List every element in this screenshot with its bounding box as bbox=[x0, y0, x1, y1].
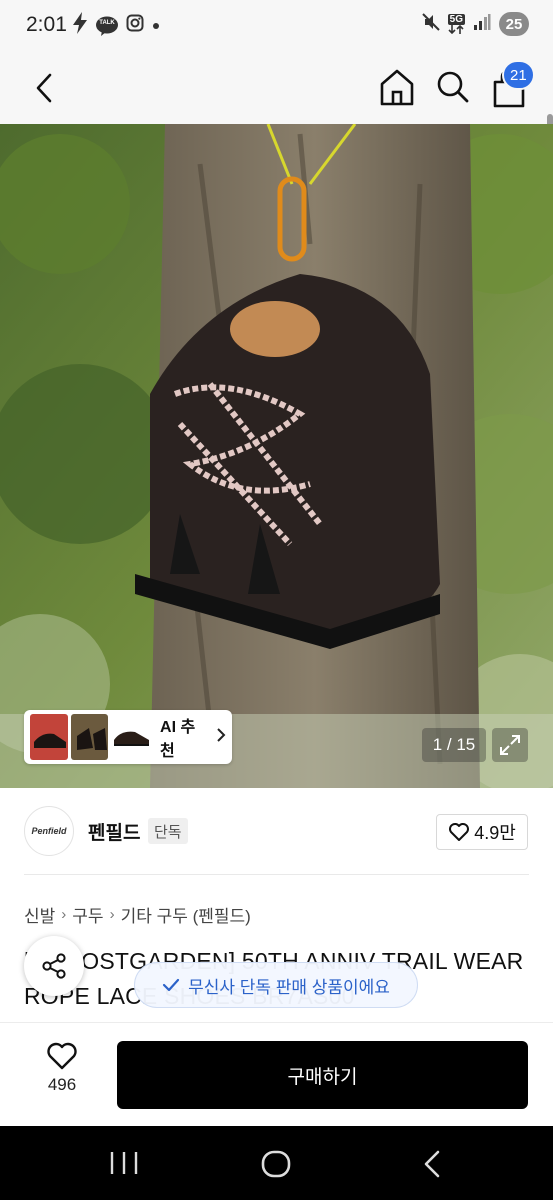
check-icon bbox=[162, 978, 180, 992]
home-icon bbox=[380, 69, 414, 106]
brand-like-count: 4.9만 bbox=[474, 823, 516, 843]
brand-logo[interactable]: Penfield bbox=[24, 806, 74, 856]
product-image-carousel[interactable] bbox=[0, 124, 553, 788]
expand-icon bbox=[500, 735, 520, 755]
ai-recommend-label: AI 추천 bbox=[160, 719, 196, 760]
back-button[interactable] bbox=[22, 66, 66, 110]
mute-icon bbox=[421, 12, 440, 36]
ai-thumb-3 bbox=[111, 714, 150, 760]
instagram-icon bbox=[126, 14, 144, 37]
ai-thumb-2 bbox=[70, 714, 109, 760]
status-icons-right: 5G 25 bbox=[421, 12, 529, 36]
buy-button[interactable]: 구매하기 bbox=[117, 1041, 528, 1109]
breadcrumb-item-1[interactable]: 신발 bbox=[24, 902, 55, 927]
breadcrumb-separator-icon: › bbox=[109, 906, 115, 923]
recent-apps-button[interactable] bbox=[104, 1148, 144, 1178]
brand-like-button[interactable]: 4.9만 bbox=[436, 814, 528, 850]
status-bar: 2:01 TALK 5G 25 bbox=[0, 0, 553, 52]
bolt-icon bbox=[72, 12, 88, 39]
network-label: 5G bbox=[447, 14, 465, 25]
brand-row[interactable]: Penfield 펜필드 단독 4.9만 bbox=[0, 800, 553, 862]
5g-icon: 5G bbox=[447, 14, 465, 34]
divider bbox=[24, 874, 529, 875]
heart-icon bbox=[449, 823, 470, 841]
app-header: 21 bbox=[0, 52, 553, 178]
brand-name[interactable]: 펜필드 bbox=[88, 818, 140, 845]
ai-thumb-1 bbox=[30, 714, 68, 760]
signal-icon bbox=[473, 13, 491, 36]
system-nav-bar bbox=[0, 1126, 553, 1200]
chevron-left-icon bbox=[424, 1150, 440, 1178]
wishlist-count: 496 bbox=[47, 1075, 77, 1094]
product-photo bbox=[0, 124, 553, 788]
breadcrumb-item-2[interactable]: 구두 bbox=[72, 902, 103, 927]
ai-recommend-chip[interactable]: AI 추천 bbox=[24, 710, 232, 764]
talk-icon: TALK bbox=[96, 16, 118, 36]
exclusive-tag: 단독 bbox=[148, 818, 188, 844]
share-button[interactable] bbox=[24, 936, 84, 996]
brand-logo-text: Penfield bbox=[31, 826, 67, 836]
recent-apps-icon bbox=[110, 1152, 138, 1174]
image-page-counter: 1 / 15 bbox=[422, 728, 486, 762]
home-button[interactable] bbox=[376, 64, 418, 110]
system-home-button[interactable] bbox=[256, 1144, 296, 1184]
heart-icon bbox=[47, 1042, 77, 1070]
cart-count-badge: 21 bbox=[502, 60, 535, 90]
chevron-right-icon bbox=[216, 727, 226, 748]
share-icon bbox=[42, 953, 66, 979]
breadcrumb-separator-icon: › bbox=[61, 906, 67, 923]
battery-level: 25 bbox=[499, 12, 529, 36]
talk-label: TALK bbox=[99, 19, 115, 26]
toast-text: 무신사 단독 판매 상품이에요 bbox=[188, 977, 390, 997]
search-button[interactable] bbox=[432, 64, 474, 110]
breadcrumb-item-3[interactable]: 기타 구두 (펜필드) bbox=[121, 902, 251, 927]
dot-icon bbox=[152, 17, 160, 35]
home-circle-icon bbox=[261, 1150, 291, 1178]
breadcrumb: 신발 › 구두 › 기타 구두 (펜필드) bbox=[24, 902, 251, 927]
search-icon bbox=[437, 71, 469, 103]
exclusive-toast: 무신사 단독 판매 상품이에요 bbox=[134, 962, 418, 1008]
system-back-button[interactable] bbox=[414, 1146, 450, 1182]
status-icons-left: TALK bbox=[72, 12, 160, 39]
chevron-left-icon bbox=[36, 73, 52, 103]
wishlist-button[interactable]: 496 bbox=[32, 1041, 92, 1111]
purchase-bar: 496 구매하기 bbox=[0, 1022, 553, 1126]
expand-image-button[interactable] bbox=[492, 728, 528, 762]
status-time: 2:01 bbox=[26, 13, 67, 36]
